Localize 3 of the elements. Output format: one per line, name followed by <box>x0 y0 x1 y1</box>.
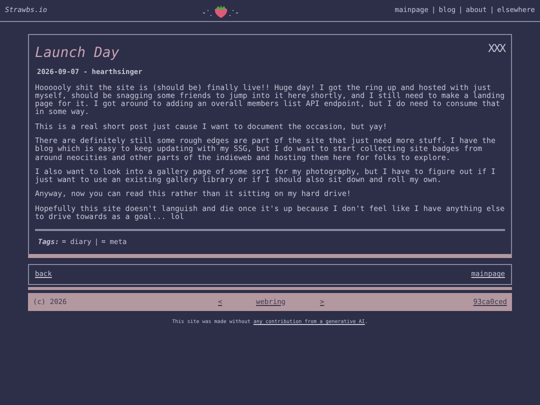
strawberry-logo-drawing <box>202 2 240 18</box>
post-title: Launch Day <box>35 44 120 63</box>
decorative-mark: XXX <box>488 41 505 57</box>
